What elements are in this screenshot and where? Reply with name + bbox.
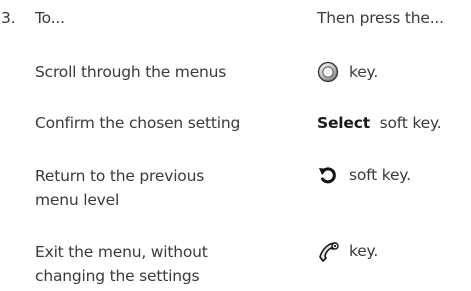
end-call-key-icon <box>317 240 339 262</box>
row-key-return-text: soft key. <box>349 166 411 184</box>
step-number: 3. <box>1 9 16 27</box>
row-key-scroll: key. <box>317 61 378 83</box>
navigation-key-icon <box>317 61 339 83</box>
row-action-exit: Exit the menu, without changing the sett… <box>35 240 208 288</box>
row-action-exit-line1: Exit the menu, without <box>35 243 208 261</box>
row-key-confirm-text: soft key. <box>379 114 442 132</box>
row-key-scroll-text: key. <box>349 63 379 81</box>
row-key-exit-text: key. <box>349 242 379 260</box>
row-action-return-line2: menu level <box>35 191 120 209</box>
row-action-return: Return to the previous menu level <box>35 164 204 212</box>
column-header-key: Then press the... <box>317 9 444 27</box>
row-action-scroll: Scroll through the menus <box>35 63 227 81</box>
select-softkey-label: Select <box>317 114 370 132</box>
row-key-return: soft key. <box>317 164 411 186</box>
row-action-confirm: Confirm the chosen setting <box>35 114 241 132</box>
row-key-exit: key. <box>317 240 378 262</box>
back-arrow-icon <box>317 164 339 186</box>
column-header-action: To... <box>35 9 65 27</box>
row-action-return-line1: Return to the previous <box>35 167 205 185</box>
row-action-exit-line2: changing the settings <box>35 267 200 285</box>
row-key-confirm: Select soft key. <box>317 112 442 134</box>
